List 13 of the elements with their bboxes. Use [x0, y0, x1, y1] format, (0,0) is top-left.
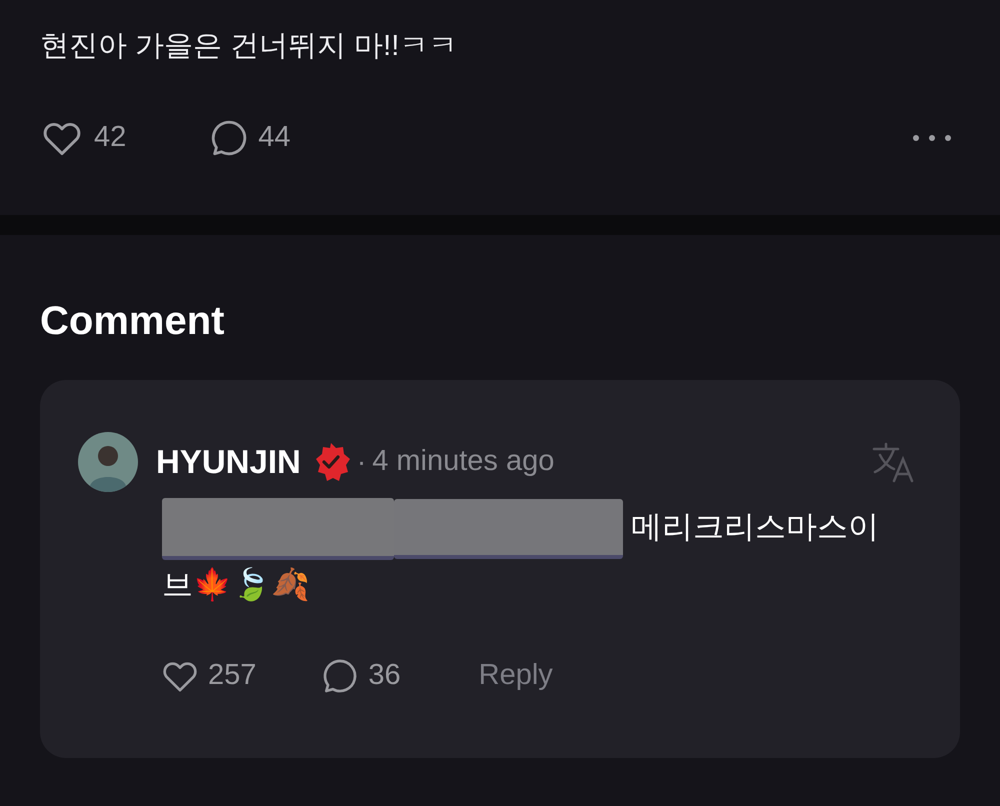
author-name[interactable]: HYUNJIN [156, 437, 301, 487]
timestamp: 4 minutes ago [372, 444, 554, 480]
like-count: 42 [94, 120, 126, 156]
post-text: 현진아 가을은 건너뛰지 마!!ㅋㅋ [40, 29, 458, 64]
reply-count: 36 [368, 658, 401, 693]
separator-dot: · [356, 445, 366, 479]
more-icon[interactable] [912, 133, 952, 143]
comment-text: 메리크리스마스이브🍁🍃🍂 [162, 498, 908, 610]
reply-button[interactable]: Reply [478, 654, 553, 698]
avatar [78, 432, 138, 492]
like-count: 257 [208, 658, 256, 693]
section-title: Comment [40, 298, 226, 345]
comment-count: 44 [258, 120, 291, 156]
